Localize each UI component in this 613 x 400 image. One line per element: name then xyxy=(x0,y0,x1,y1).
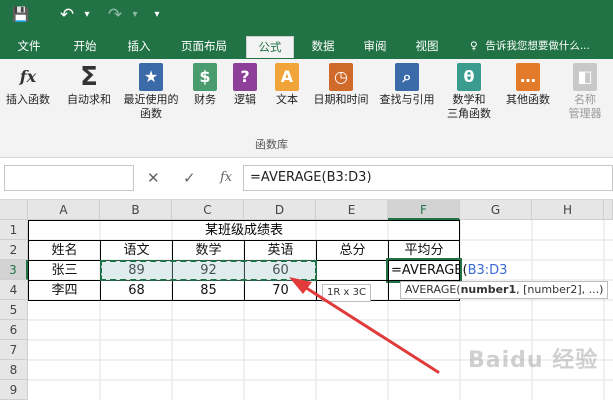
ribbon-tabs: 文件 开始 插入 页面布局 公式 数据 审阅 视图 ♀ 告诉我您想要做什么... xyxy=(0,32,613,60)
undo-icon[interactable]: ↶ xyxy=(56,4,78,26)
redo-icon[interactable]: ↷ xyxy=(104,4,126,26)
formula-bar: ✕ ✓ fx =AVERAGE(B3:D3) xyxy=(0,158,613,200)
tab-data[interactable]: 数据 xyxy=(302,36,344,58)
theta-icon: θ xyxy=(457,63,481,91)
autosum-button[interactable]: Σ 自动求和 xyxy=(62,63,116,107)
text-icon: A xyxy=(275,63,299,91)
recently-used-button[interactable]: ★ 最近使用的 函数 xyxy=(118,63,184,121)
save-icon[interactable]: 💾 xyxy=(10,4,32,26)
title-bar: 💾 ↶ ▾ ↷ ▾ ▾ xyxy=(0,0,613,32)
text-button[interactable]: A 文本 xyxy=(268,63,306,107)
clock-icon: ◷ xyxy=(329,63,353,91)
sigma-icon: Σ xyxy=(80,62,98,92)
lookup-icon: ⌕ xyxy=(395,63,419,91)
confirm-icon[interactable]: ✓ xyxy=(183,168,196,188)
name-manager-label: 名称 xyxy=(574,93,596,106)
recently-used-sublabel: 函数 xyxy=(140,107,162,120)
more-functions-label: 其他函数 xyxy=(506,93,550,106)
ribbon-formulas: fx 插入函数 Σ 自动求和 ★ 最近使用的 函数 $ 财务 ? 逻辑 A 文本… xyxy=(0,59,613,158)
cancel-icon[interactable]: ✕ xyxy=(147,168,160,188)
baidu-watermark: Baidu 经验 xyxy=(468,348,599,373)
insert-function-button[interactable]: fx 插入函数 xyxy=(2,63,54,107)
lookup-reference-label: 查找与引用 xyxy=(379,93,435,106)
tab-file[interactable]: 文件 xyxy=(8,36,50,58)
more-functions-icon: … xyxy=(516,63,540,91)
tab-insert[interactable]: 插入 xyxy=(118,36,160,58)
tab-home[interactable]: 开始 xyxy=(64,36,106,58)
formula-input[interactable]: =AVERAGE(B3:D3) xyxy=(243,165,613,191)
fx-icon: fx xyxy=(19,67,37,86)
financial-icon: $ xyxy=(193,63,217,91)
name-manager-icon: ◧ xyxy=(573,63,597,91)
financial-label: 财务 xyxy=(194,93,216,106)
logical-label: 逻辑 xyxy=(234,93,256,106)
math-trig-button[interactable]: θ 数学和 三角函数 xyxy=(440,63,498,121)
name-manager-button[interactable]: ◧ 名称 管理器 xyxy=(560,63,610,121)
tab-page-layout[interactable]: 页面布局 xyxy=(172,36,236,58)
recently-used-label: 最近使用的 xyxy=(123,93,179,106)
text-label: 文本 xyxy=(276,93,298,106)
name-manager-sublabel: 管理器 xyxy=(568,107,602,120)
more-functions-button[interactable]: … 其他函数 xyxy=(500,63,556,107)
tab-view[interactable]: 视图 xyxy=(406,36,448,58)
tab-formulas[interactable]: 公式 xyxy=(244,34,296,60)
tell-me-text: 告诉我您想要做什么... xyxy=(485,40,590,52)
redo-dropdown-icon[interactable]: ▾ xyxy=(128,4,142,26)
autosum-label: 自动求和 xyxy=(67,93,111,106)
lookup-reference-button[interactable]: ⌕ 查找与引用 xyxy=(374,63,440,107)
date-time-label: 日期和时间 xyxy=(313,93,369,106)
logical-button[interactable]: ? 逻辑 xyxy=(226,63,264,107)
tell-me-box[interactable]: ♀ 告诉我您想要做什么... xyxy=(470,36,590,56)
financial-button[interactable]: $ 财务 xyxy=(186,63,224,107)
logical-icon: ? xyxy=(233,63,257,91)
star-icon: ★ xyxy=(139,63,163,91)
math-trig-sublabel: 三角函数 xyxy=(447,107,491,120)
function-library-group-label: 函数库 xyxy=(255,138,288,151)
math-trig-label: 数学和 xyxy=(452,93,486,106)
insert-function-label: 插入函数 xyxy=(6,93,50,106)
customize-quick-access-icon[interactable]: ▾ xyxy=(150,4,164,26)
undo-dropdown-icon[interactable]: ▾ xyxy=(80,4,94,26)
insert-function-icon[interactable]: fx xyxy=(220,168,232,188)
tab-review[interactable]: 审阅 xyxy=(354,36,396,58)
lightbulb-icon: ♀ xyxy=(470,40,478,52)
name-box[interactable] xyxy=(4,165,134,191)
date-time-button[interactable]: ◷ 日期和时间 xyxy=(308,63,374,107)
